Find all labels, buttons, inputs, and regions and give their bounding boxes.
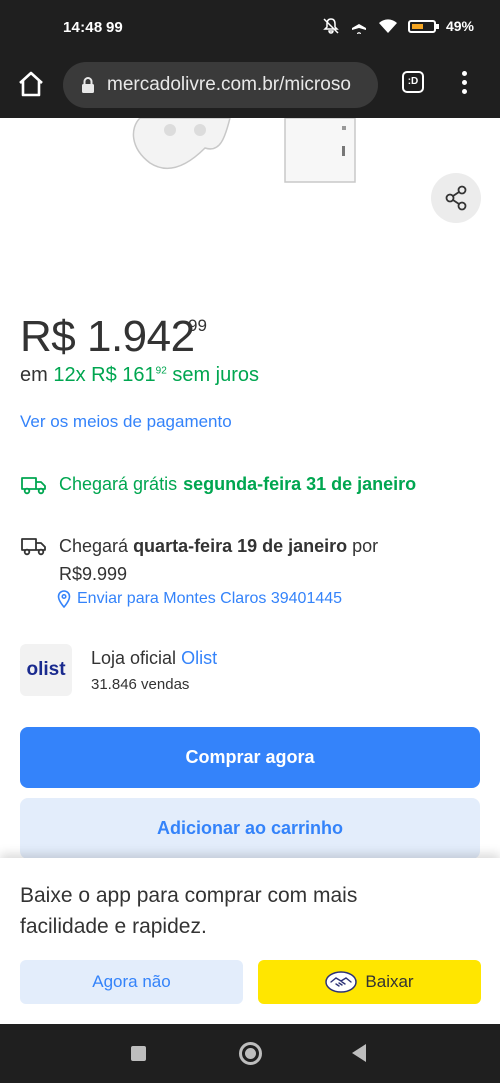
overflow-menu-icon[interactable]: [458, 69, 470, 99]
seller-name-link[interactable]: Olist: [181, 648, 217, 668]
seller-logo[interactable]: olist: [20, 644, 72, 696]
free-shipping-info: Chegará grátis segunda-feira 31 de janei…: [20, 474, 416, 495]
shipping-address-link[interactable]: Enviar para Montes Claros 39401445: [57, 590, 342, 608]
back-icon[interactable]: [352, 1044, 366, 1062]
truck-icon: [21, 538, 46, 556]
airplane-icon: [351, 18, 366, 34]
mute-icon: [323, 18, 339, 34]
payment-methods-link[interactable]: Ver os meios de pagamento: [20, 412, 232, 432]
installments-value: 12x R$ 161: [53, 364, 156, 386]
battery-level: 49%: [445, 18, 474, 34]
tab-switcher-button[interactable]: :D: [402, 71, 424, 93]
dismiss-button[interactable]: Agora não: [20, 960, 243, 1004]
share-icon: [445, 185, 467, 211]
price-main: R$ 1.942: [20, 312, 195, 361]
share-button[interactable]: [431, 173, 481, 223]
recents-icon[interactable]: [131, 1046, 146, 1061]
add-to-cart-button[interactable]: Adicionar ao carrinho: [20, 798, 480, 859]
download-label: Baixar: [365, 972, 414, 991]
browser-toolbar: mercadolivre.com.br/microso :D: [0, 56, 500, 118]
home-nav-icon[interactable]: [239, 1042, 262, 1065]
lock-icon: [82, 77, 94, 93]
paid-shipping-by: por: [352, 536, 379, 556]
app-banner-text: Baixe o app para comprar com mais facili…: [20, 884, 358, 938]
paid-shipping-date: quarta-feira 19 de janeiro: [133, 536, 348, 556]
status-notification-count: 99: [106, 19, 123, 36]
free-shipping-date: segunda-feira 31 de janeiro: [183, 474, 417, 494]
status-time: 14:48: [63, 19, 103, 36]
seller-title: Loja oficial Olist: [91, 648, 217, 669]
truck-icon: [21, 476, 46, 494]
seller-sales: 31.846 vendas: [91, 676, 190, 693]
url-text: mercadolivre.com.br/microso: [107, 74, 351, 95]
shipping-address-text: Enviar para Montes Claros 39401445: [77, 590, 343, 607]
installments-cents: 92: [155, 365, 167, 377]
product-price: R$ 1.942 99: [20, 312, 207, 362]
free-shipping-prefix: Chegará grátis: [59, 474, 178, 494]
installments-suffix: sem juros: [172, 364, 260, 386]
battery-icon: [407, 19, 439, 33]
seller-label: Loja oficial: [91, 648, 177, 668]
product-image[interactable]: [120, 118, 370, 190]
installments-info: em 12x R$ 16192 sem juros: [20, 364, 259, 387]
wifi-icon: [378, 19, 397, 33]
home-icon[interactable]: [16, 69, 46, 99]
app-download-banner: Baixe o app para comprar com mais facili…: [0, 858, 500, 1024]
status-icons: 49%: [322, 17, 474, 35]
buy-now-button[interactable]: Comprar agora: [20, 727, 480, 788]
system-nav-bar: [0, 1024, 500, 1083]
address-bar[interactable]: mercadolivre.com.br/microso: [63, 62, 378, 108]
paid-shipping-price: R$9.999: [59, 564, 128, 584]
handshake-icon: [325, 971, 358, 993]
download-app-button[interactable]: Baixar: [258, 960, 481, 1004]
price-cents: 99: [188, 316, 207, 335]
status-bar: 14:48 99 49%: [0, 0, 500, 56]
installments-prefix: em: [20, 364, 48, 386]
paid-shipping-prefix: Chegará: [59, 536, 129, 556]
location-pin-icon: [57, 590, 71, 608]
